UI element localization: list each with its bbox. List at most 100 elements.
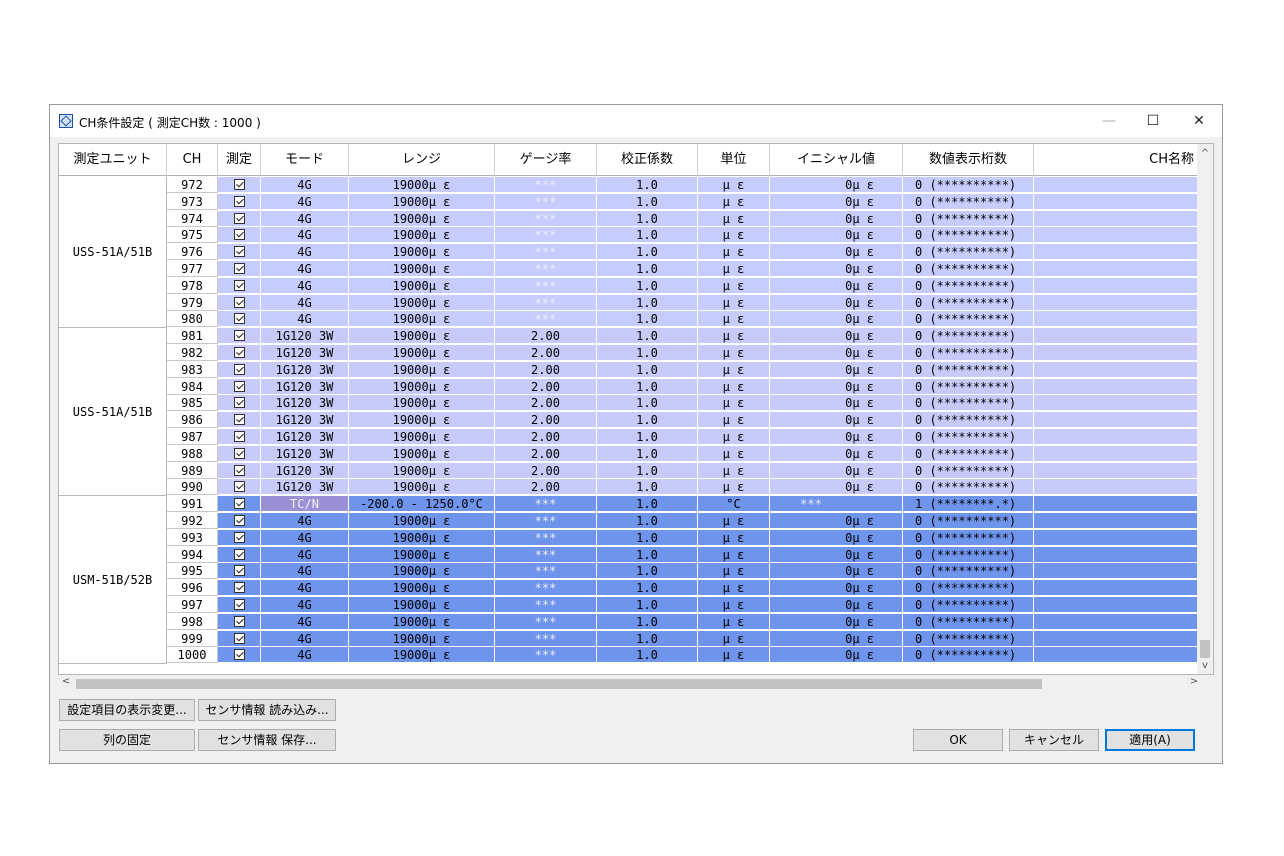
- cell-range[interactable]: 19000μ ε: [349, 546, 495, 563]
- cell-unit-col[interactable]: μ ε: [698, 462, 770, 479]
- cell-cal[interactable]: 1.0: [597, 580, 698, 597]
- cell-digits[interactable]: 0 (**********): [903, 580, 1034, 597]
- column-header-mode[interactable]: モード: [261, 144, 349, 176]
- cell-measure[interactable]: [218, 445, 261, 462]
- cell-unit-col[interactable]: μ ε: [698, 479, 770, 496]
- cell-range[interactable]: 19000μ ε: [349, 412, 495, 429]
- cell-initial[interactable]: 0μ ε: [770, 412, 903, 429]
- cell-gauge[interactable]: ***: [495, 210, 597, 227]
- cell-ch-name[interactable]: [1034, 277, 1199, 294]
- cell-measure[interactable]: [218, 311, 261, 328]
- cell-measure[interactable]: [218, 177, 261, 193]
- cell-ch-name[interactable]: [1034, 311, 1199, 328]
- maximize-button[interactable]: ☐: [1130, 105, 1176, 137]
- cell-unit-col[interactable]: μ ε: [698, 395, 770, 412]
- cell-initial[interactable]: 0μ ε: [770, 294, 903, 311]
- cell-unit-col[interactable]: μ ε: [698, 412, 770, 429]
- cell-gauge[interactable]: 2.00: [495, 462, 597, 479]
- cell-cal[interactable]: 1.0: [597, 311, 698, 328]
- cell-digits[interactable]: 0 (**********): [903, 244, 1034, 261]
- horizontal-scroll-thumb[interactable]: [76, 679, 1042, 689]
- cell-measure[interactable]: [218, 580, 261, 597]
- cell-cal[interactable]: 1.0: [597, 529, 698, 546]
- measure-checkbox[interactable]: [233, 279, 245, 291]
- cell-unit-col[interactable]: μ ε: [698, 563, 770, 580]
- cell-ch[interactable]: 981: [167, 328, 218, 345]
- cell-initial[interactable]: 0μ ε: [770, 429, 903, 445]
- cell-ch[interactable]: 972: [167, 177, 218, 193]
- measure-checkbox[interactable]: [233, 363, 245, 375]
- measure-checkbox[interactable]: [233, 481, 245, 493]
- cell-range[interactable]: 19000μ ε: [349, 479, 495, 496]
- table-row[interactable]: 996 4G 19000μ ε *** 1.0 μ ε 0μ ε0 (**********): [59, 580, 1199, 597]
- cell-cal[interactable]: 1.0: [597, 261, 698, 277]
- cell-gauge[interactable]: ***: [495, 546, 597, 563]
- measure-checkbox[interactable]: [233, 447, 245, 459]
- cell-cal[interactable]: 1.0: [597, 546, 698, 563]
- cell-ch[interactable]: 998: [167, 613, 218, 630]
- table-row[interactable]: 983 1G120 3W 19000μ ε 2.00 1.0 μ ε 0μ ε0 (****…: [59, 361, 1199, 378]
- measure-checkbox[interactable]: [233, 431, 245, 442]
- cell-range[interactable]: 19000μ ε: [349, 613, 495, 630]
- cell-digits[interactable]: 0 (**********): [903, 613, 1034, 630]
- cell-range[interactable]: 19000μ ε: [349, 193, 495, 210]
- cell-unit-col[interactable]: μ ε: [698, 529, 770, 546]
- cell-digits[interactable]: 0 (**********): [903, 177, 1034, 193]
- cell-gauge[interactable]: ***: [495, 496, 597, 513]
- fix-columns-button[interactable]: 列の固定: [59, 729, 195, 751]
- cell-unit-col[interactable]: °C: [698, 496, 770, 513]
- cell-cal[interactable]: 1.0: [597, 193, 698, 210]
- cell-ch[interactable]: 976: [167, 244, 218, 261]
- cell-measure[interactable]: [218, 479, 261, 496]
- cell-mode[interactable]: 4G: [261, 580, 349, 597]
- cell-digits[interactable]: 0 (**********): [903, 412, 1034, 429]
- apply-button[interactable]: 適用(A): [1105, 729, 1195, 751]
- cell-gauge[interactable]: ***: [495, 630, 597, 647]
- measure-checkbox[interactable]: [233, 246, 245, 258]
- cell-ch[interactable]: 986: [167, 412, 218, 429]
- cell-mode[interactable]: 4G: [261, 227, 349, 244]
- cell-initial[interactable]: 0μ ε: [770, 529, 903, 546]
- cell-cal[interactable]: 1.0: [597, 294, 698, 311]
- cell-initial[interactable]: 0μ ε: [770, 597, 903, 613]
- cell-cal[interactable]: 1.0: [597, 244, 698, 261]
- scroll-up-icon[interactable]: ^: [1197, 148, 1213, 159]
- column-header-digits[interactable]: 数値表示桁数: [903, 144, 1034, 176]
- measure-checkbox[interactable]: [233, 330, 245, 342]
- cell-ch-name[interactable]: [1034, 613, 1199, 630]
- measure-checkbox[interactable]: [233, 380, 245, 392]
- table-row[interactable]: 973 4G 19000μ ε *** 1.0 μ ε 0μ ε0 (**********): [59, 193, 1199, 210]
- table-row[interactable]: 993 4G 19000μ ε *** 1.0 μ ε 0μ ε0 (**********): [59, 529, 1199, 546]
- cell-ch[interactable]: 974: [167, 210, 218, 227]
- table-row[interactable]: 998 4G 19000μ ε *** 1.0 μ ε 0μ ε0 (**********): [59, 613, 1199, 630]
- cell-range[interactable]: 19000μ ε: [349, 361, 495, 378]
- cell-measure[interactable]: [218, 613, 261, 630]
- cell-gauge[interactable]: ***: [495, 177, 597, 193]
- table-row[interactable]: 999 4G 19000μ ε *** 1.0 μ ε 0μ ε0 (**********): [59, 630, 1199, 647]
- cell-digits[interactable]: 0 (**********): [903, 630, 1034, 647]
- vertical-scrollbar[interactable]: ^ v: [1197, 144, 1213, 674]
- cell-range[interactable]: 19000μ ε: [349, 244, 495, 261]
- cell-digits[interactable]: 0 (**********): [903, 462, 1034, 479]
- cell-ch-name[interactable]: [1034, 529, 1199, 546]
- cell-cal[interactable]: 1.0: [597, 177, 698, 193]
- scroll-left-icon[interactable]: <: [58, 676, 74, 687]
- cell-ch[interactable]: 989: [167, 462, 218, 479]
- cell-range[interactable]: 19000μ ε: [349, 529, 495, 546]
- cell-digits[interactable]: 0 (**********): [903, 210, 1034, 227]
- column-header-measure[interactable]: 測定: [218, 144, 261, 176]
- measure-checkbox[interactable]: [233, 649, 245, 661]
- cell-measure[interactable]: [218, 294, 261, 311]
- cell-initial[interactable]: ***: [770, 496, 903, 513]
- cell-ch-name[interactable]: [1034, 546, 1199, 563]
- cell-gauge[interactable]: ***: [495, 193, 597, 210]
- cell-measure[interactable]: [218, 529, 261, 546]
- cell-mode[interactable]: 4G: [261, 193, 349, 210]
- cell-unit-col[interactable]: μ ε: [698, 345, 770, 361]
- cell-range[interactable]: 19000μ ε: [349, 311, 495, 328]
- cell-ch[interactable]: 993: [167, 529, 218, 546]
- cell-measure[interactable]: [218, 647, 261, 664]
- cell-initial[interactable]: 0μ ε: [770, 647, 903, 664]
- cell-initial[interactable]: 0μ ε: [770, 311, 903, 328]
- cell-ch-name[interactable]: [1034, 462, 1199, 479]
